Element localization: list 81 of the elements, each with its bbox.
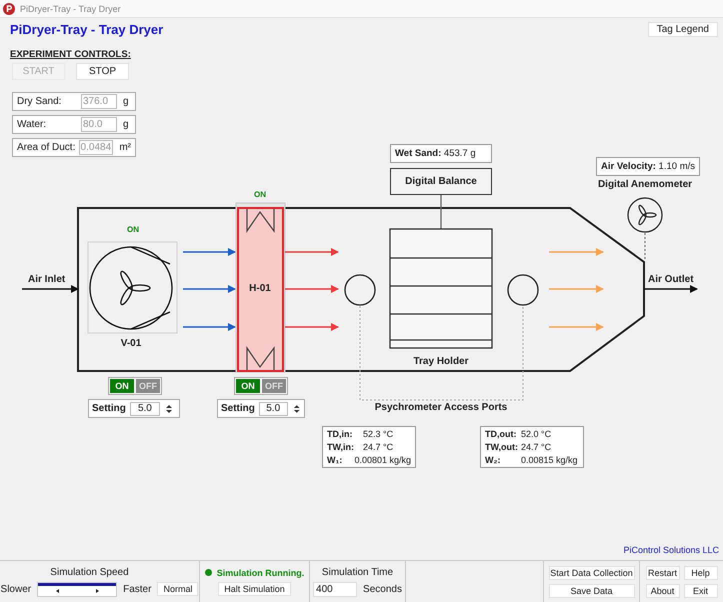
reading-label: TD,in:: [327, 429, 354, 439]
reading-value: 0.00801 kg/kg: [354, 455, 411, 465]
airflow-arrow: [183, 323, 236, 331]
speed-level-bar[interactable]: [38, 582, 116, 586]
time-input[interactable]: 400: [313, 582, 358, 596]
reading-value: 24.7 °C: [521, 442, 552, 452]
reading-value: 0.00815 kg/kg: [521, 455, 578, 465]
ports-label: Psychrometer Access Ports: [374, 402, 508, 413]
section-heading: EXPERIMENT CONTROLS:: [10, 49, 132, 60]
time-label: Simulation Time: [322, 566, 394, 578]
app-button[interactable]: Exit: [684, 584, 718, 598]
reading-value: 52.0 °C: [521, 429, 552, 439]
field-label: Dry Sand:: [17, 96, 62, 107]
app-button[interactable]: Restart: [646, 566, 680, 580]
inlet-label: Air Inlet: [28, 274, 66, 285]
normal-speed-button[interactable]: Normal: [157, 582, 198, 596]
setting-input[interactable]: 5.0: [258, 402, 288, 416]
reading-value: 24.7 °C: [363, 442, 394, 452]
reading-label: TW,out:: [485, 442, 519, 452]
psychrometer-port: [507, 274, 539, 306]
hot-air-arrow: [285, 285, 339, 293]
reading-label: TD,out:: [485, 429, 518, 439]
airflow-arrow: [183, 285, 236, 293]
reading-label: TW,in:: [327, 442, 355, 452]
heating-coil-icon: [246, 209, 275, 233]
tray-holder-label: Tray Holder: [413, 356, 469, 367]
inlet-arrow: [22, 285, 79, 293]
app-title: PiDryer-Tray - Tray Dryer: [10, 22, 164, 37]
field-label: Water:: [17, 119, 48, 130]
balance-label: Digital Balance: [405, 176, 477, 187]
data-button[interactable]: Start Data Collection: [548, 566, 634, 580]
readout-text: Air Velocity: 1.10 m/s: [601, 161, 695, 172]
hot-air-arrow: [285, 323, 339, 331]
spinner-icon[interactable]: [164, 402, 174, 414]
heater-tag: H-01: [249, 283, 271, 294]
airflow-arrow: [183, 248, 236, 256]
app-button[interactable]: Help: [684, 566, 718, 580]
exhaust-arrow: [549, 323, 604, 331]
simulation-status: Simulation Running.: [216, 568, 304, 578]
exhaust-arrow: [549, 285, 604, 293]
unit-label: g: [123, 119, 129, 130]
hot-air-arrow: [285, 248, 339, 256]
setting-label: Setting: [92, 403, 126, 414]
toggle-button[interactable]: ON: [236, 379, 260, 393]
field-label: Area of Duct:: [17, 142, 76, 153]
app-button[interactable]: About: [646, 584, 680, 598]
setting-input[interactable]: 5.0: [130, 402, 160, 416]
reading-value: 52.3 °C: [363, 429, 394, 439]
anemometer-icon: [627, 197, 663, 233]
outlet-label: Air Outlet: [648, 274, 694, 285]
reading-label: W₁:: [327, 455, 344, 465]
speed-slider[interactable]: [37, 582, 118, 596]
fan-tag: V-01: [120, 338, 142, 349]
heating-coil-icon: [246, 346, 275, 370]
toggle-button[interactable]: ON: [110, 379, 134, 393]
status-label: ON: [127, 225, 139, 234]
readout-text: Wet Sand: 453.7 g: [395, 148, 476, 159]
balance-connector-line: [440, 195, 442, 229]
anemometer-connector-line: [644, 232, 646, 262]
exhaust-arrow: [549, 248, 604, 256]
unit-label: g: [123, 96, 129, 107]
faster-label: Faster: [123, 584, 152, 594]
company-name: PiControl Solutions LLC: [623, 545, 719, 555]
psychrometer-port: [344, 274, 376, 306]
status-label: ON: [254, 190, 266, 199]
halt-simulation-button[interactable]: Halt Simulation: [218, 582, 291, 596]
outlet-arrow: [644, 285, 698, 293]
time-unit: Seconds: [363, 584, 402, 594]
app-logo-icon: [3, 2, 15, 14]
window-title: PiDryer-Tray - Tray Dryer: [20, 4, 121, 14]
slower-label: Slower: [0, 584, 32, 594]
unit-label: m²: [119, 142, 131, 153]
tag-legend-button[interactable]: Tag Legend: [648, 22, 718, 37]
data-button[interactable]: Save Data: [548, 584, 634, 598]
setting-label: Setting: [221, 403, 255, 414]
left-arrow-icon[interactable]: [54, 586, 62, 594]
speed-label: Simulation Speed: [50, 566, 129, 578]
reading-label: W₂:: [485, 455, 502, 465]
experiment-button[interactable]: STOP: [76, 63, 129, 80]
spinner-icon[interactable]: [292, 402, 301, 414]
anemometer-label: Digital Anemometer: [598, 179, 692, 190]
